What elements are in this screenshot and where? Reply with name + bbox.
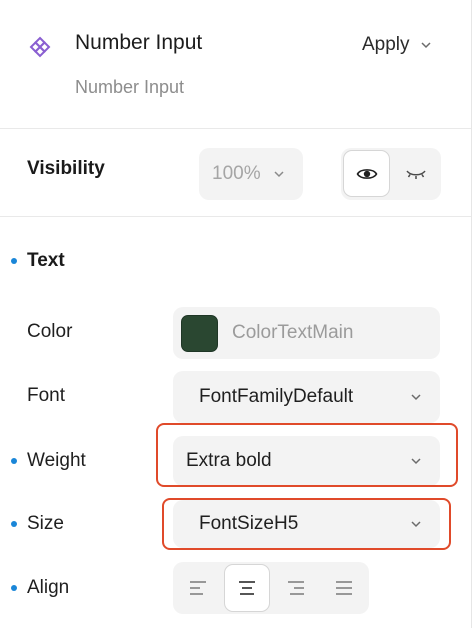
opacity-value: 100%: [212, 163, 261, 184]
size-highlight: [162, 498, 451, 550]
align-justify-button[interactable]: [321, 564, 367, 612]
color-field[interactable]: ColorTextMain: [173, 307, 440, 359]
modified-indicator: [11, 521, 17, 527]
chevron-down-icon: [274, 171, 284, 178]
chevron-down-icon: [411, 394, 421, 401]
header-divider: [0, 128, 471, 129]
apply-label: Apply: [362, 34, 410, 55]
properties-panel: Number Input Number Input Apply Visibili…: [0, 0, 474, 628]
align-left-button[interactable]: [175, 564, 221, 612]
panel-border: [471, 0, 472, 628]
font-select[interactable]: FontFamilyDefault: [173, 371, 440, 423]
color-label: Color: [27, 321, 73, 342]
component-icon: [29, 36, 51, 58]
apply-dropdown[interactable]: Apply: [362, 34, 432, 56]
text-section-title: Text: [27, 250, 65, 271]
size-label: Size: [27, 513, 64, 534]
chevron-down-icon: [421, 42, 431, 49]
align-center-icon: [239, 581, 255, 595]
modified-indicator: [11, 585, 17, 591]
color-token: ColorTextMain: [232, 322, 354, 343]
visibility-divider: [0, 216, 471, 217]
font-label: Font: [27, 385, 66, 406]
align-justify-icon: [336, 581, 352, 595]
color-swatch: [181, 314, 218, 352]
eye-icon: [356, 168, 377, 179]
align-left-icon: [190, 581, 206, 595]
show-button[interactable]: [343, 150, 390, 197]
weight-label: Weight: [27, 450, 86, 471]
modified-indicator: [11, 258, 17, 264]
align-center-button[interactable]: [224, 564, 270, 612]
font-value: FontFamilyDefault: [199, 386, 354, 407]
hide-button[interactable]: [392, 150, 439, 197]
visibility-label: Visibility: [27, 158, 105, 179]
align-right-icon: [288, 581, 304, 595]
align-label: Align: [27, 577, 70, 598]
align-right-button[interactable]: [273, 564, 319, 612]
component-subtitle: Number Input: [75, 77, 185, 97]
weight-highlight: [156, 423, 458, 487]
component-title: Number Input: [75, 31, 203, 54]
eye-closed-icon: [405, 169, 426, 179]
opacity-select[interactable]: 100%: [199, 148, 303, 200]
modified-indicator: [11, 458, 17, 464]
